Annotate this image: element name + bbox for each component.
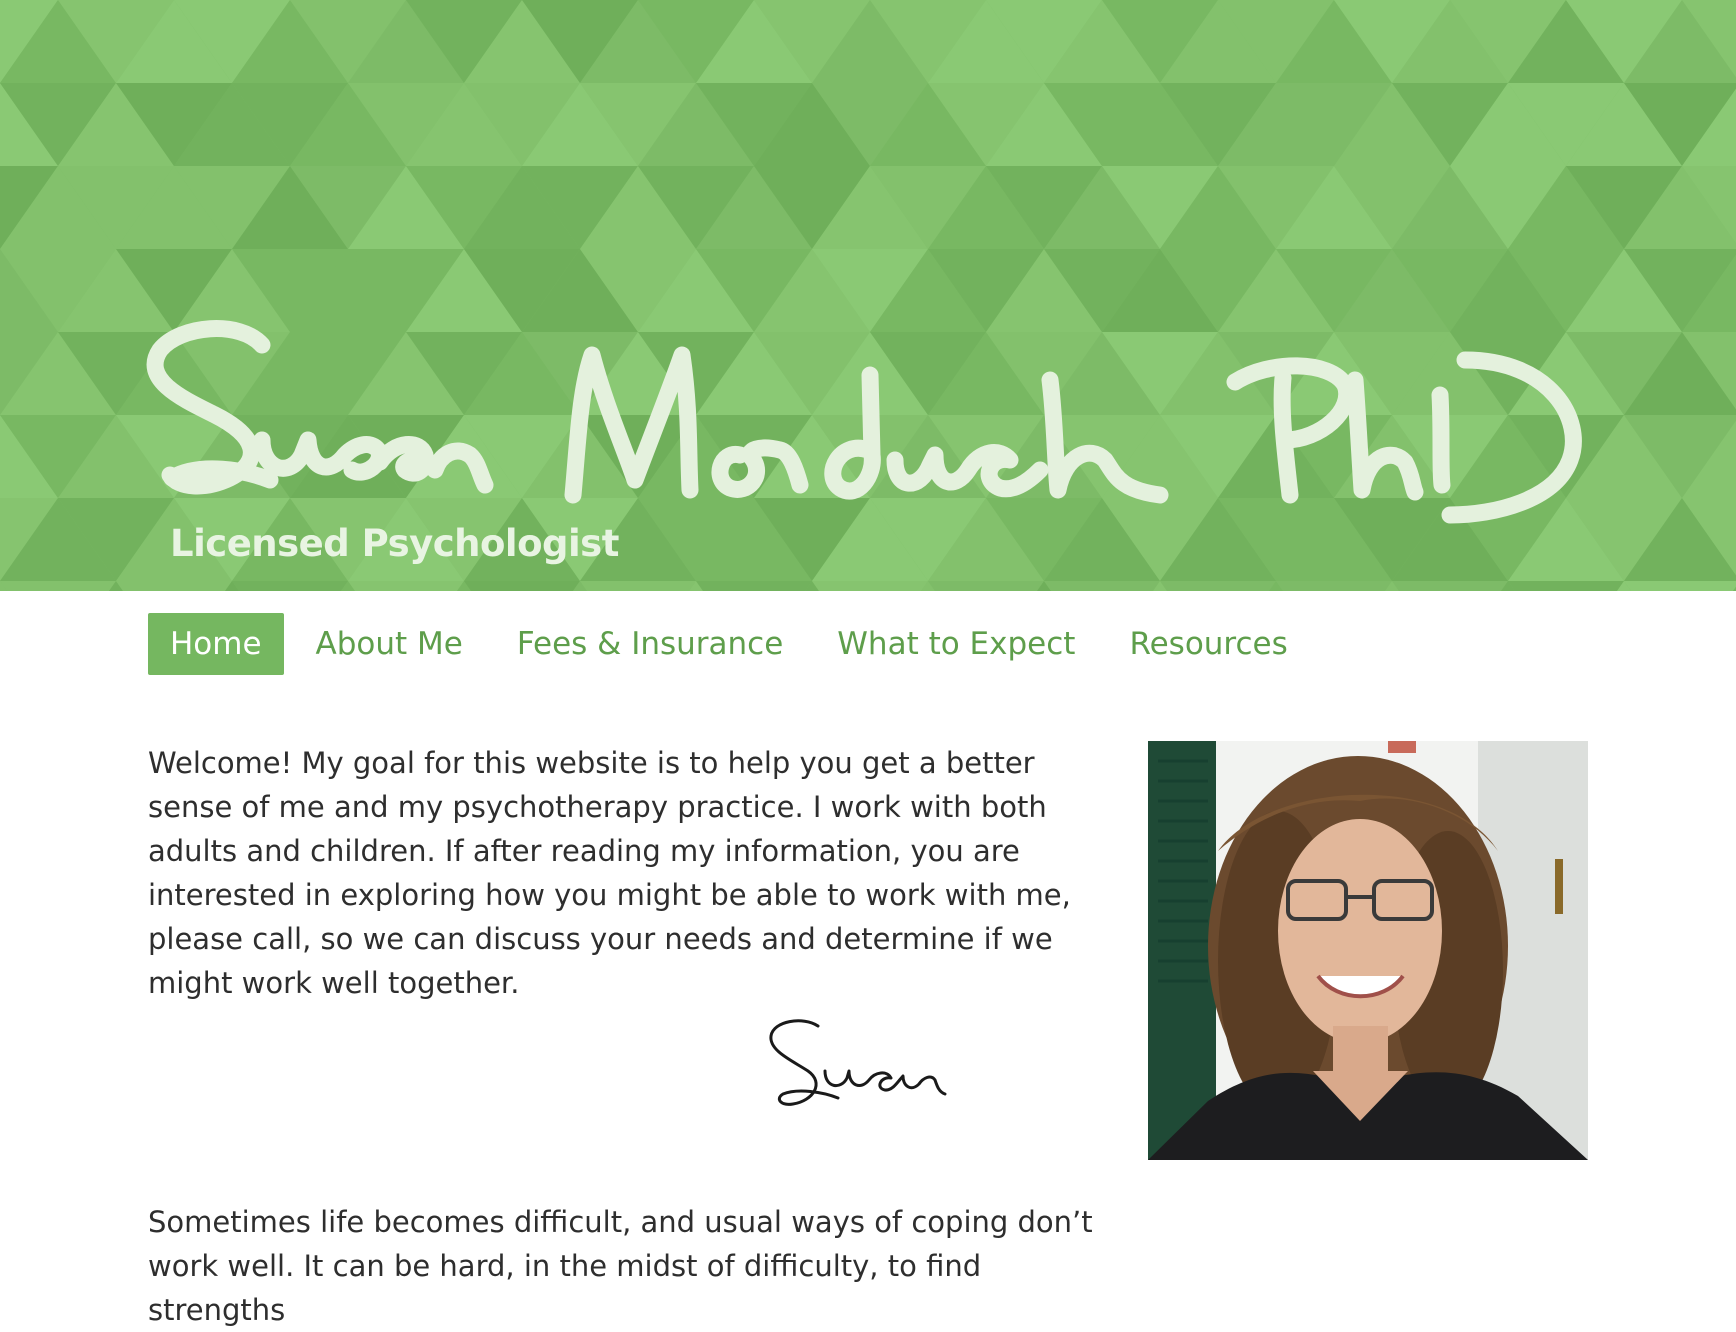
intro-paragraph: Sometimes life becomes difficult, and us… xyxy=(148,1205,1093,1327)
nav-item-resources[interactable]: Resources xyxy=(1107,613,1309,675)
welcome-paragraph: Welcome! My goal for this website is to … xyxy=(148,746,1071,1000)
site-logo[interactable] xyxy=(0,0,1736,591)
nav-item-home[interactable]: Home xyxy=(148,613,284,675)
nav-item-fees-insurance[interactable]: Fees & Insurance xyxy=(495,613,805,675)
site-tagline: Licensed Psychologist xyxy=(170,522,619,565)
main-nav: Home About Me Fees & Insurance What to E… xyxy=(148,613,1320,675)
nav-item-what-to-expect[interactable]: What to Expect xyxy=(815,613,1097,675)
site-header: Licensed Psychologist xyxy=(0,0,1736,591)
nav-item-about-me[interactable]: About Me xyxy=(294,613,485,675)
susan-signature xyxy=(769,1019,947,1106)
profile-photo xyxy=(1148,741,1588,1160)
main-content: Welcome! My goal for this website is to … xyxy=(148,741,1098,1327)
